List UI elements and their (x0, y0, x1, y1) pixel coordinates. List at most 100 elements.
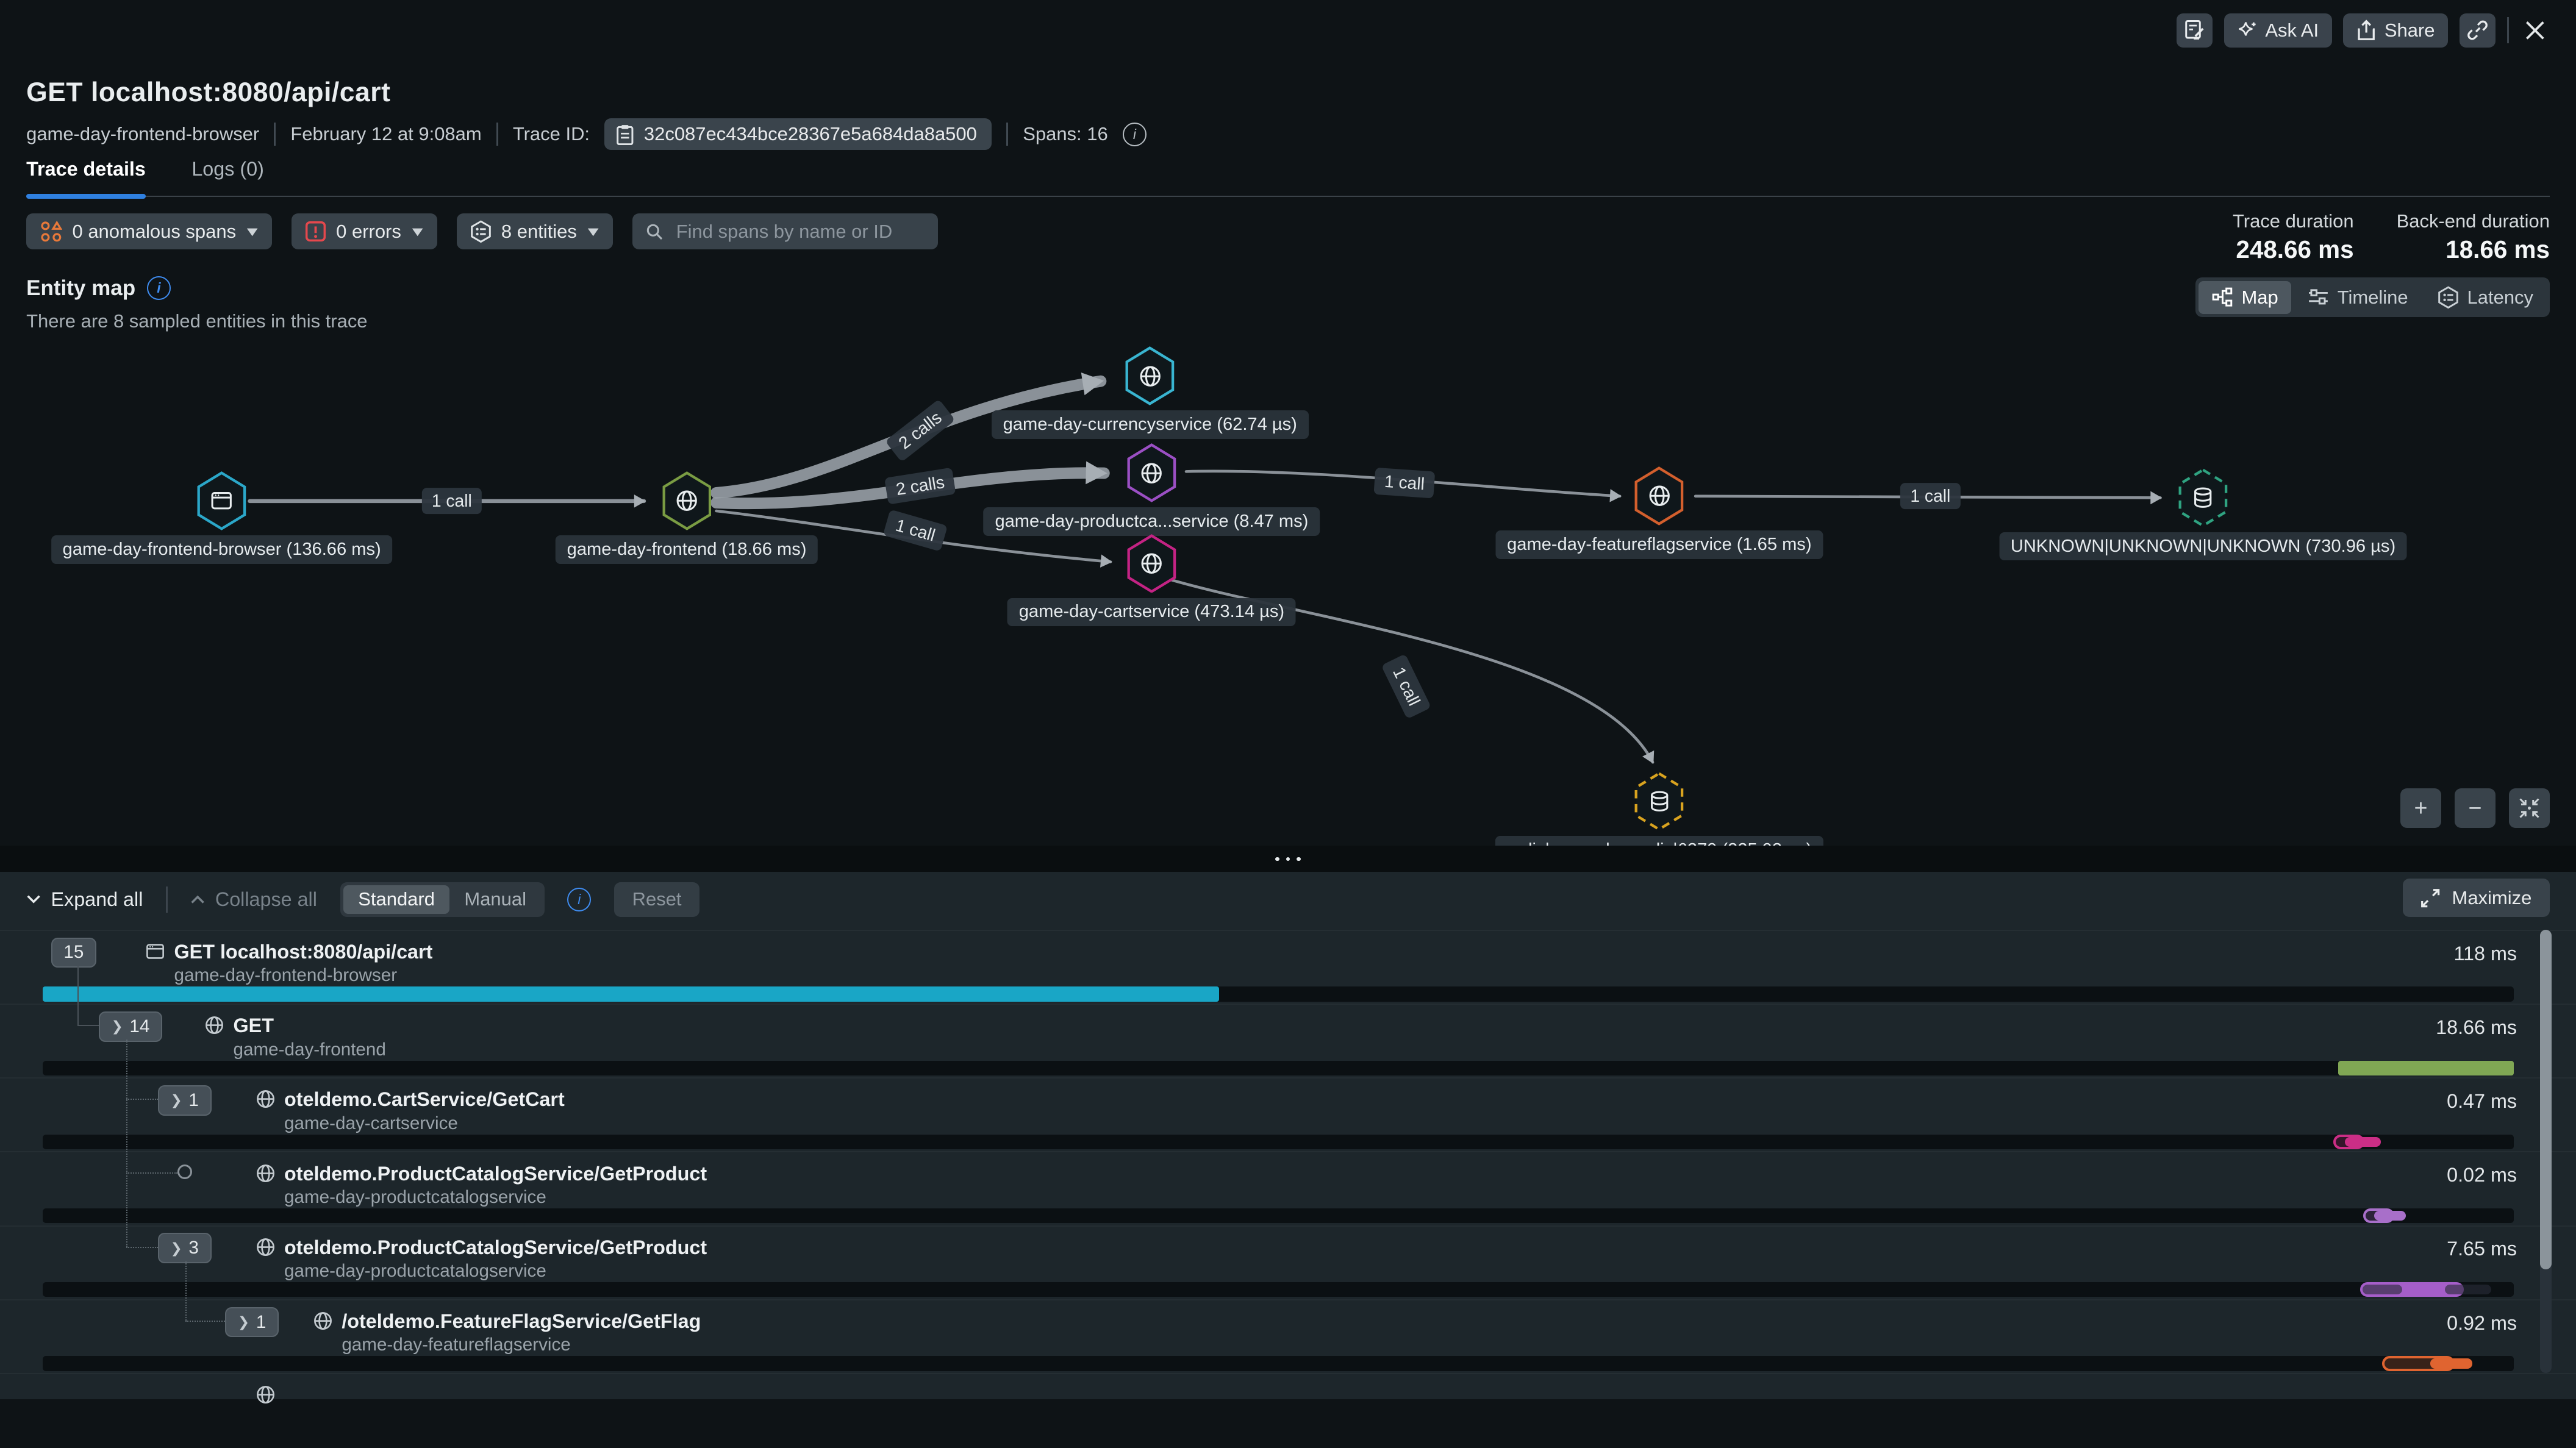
waterfall-scrollbar-thumb[interactable] (2540, 930, 2552, 1270)
span-row-6[interactable] (0, 1373, 2576, 1448)
span-timeline-lane (43, 986, 2514, 1001)
tree-guide (126, 1172, 177, 1174)
anomaly-icon (40, 220, 63, 243)
zoom-out-button[interactable]: − (2455, 788, 2496, 828)
meta-divider (496, 123, 498, 146)
entity-node-frontend[interactable] (662, 471, 712, 530)
view-timeline-label: Timeline (2338, 287, 2408, 309)
span-search-input[interactable] (673, 219, 925, 244)
span-row-1[interactable]: ❯14GETgame-day-frontend18.66 ms (0, 1004, 2576, 1079)
chevron-right-icon: ❯ (111, 1018, 123, 1035)
notes-button[interactable] (2177, 13, 2213, 48)
trace-id-pill[interactable]: 32c087ec434bce28367e5a684da8a500 (604, 118, 992, 150)
span-child-count: 1 (188, 1090, 198, 1111)
view-latency-button[interactable]: Latency (2425, 281, 2547, 314)
span-expand-badge[interactable]: ❯1 (225, 1307, 279, 1338)
chevron-right-icon: ❯ (238, 1314, 249, 1330)
tree-guide (185, 1261, 187, 1321)
meta-divider (1006, 123, 1008, 146)
entities-filter[interactable]: 8 entities ▼ (457, 213, 613, 249)
entity-node-currencyservice[interactable] (1125, 346, 1175, 405)
search-icon (646, 222, 663, 241)
reset-button[interactable]: Reset (614, 882, 699, 918)
view-latency-label: Latency (2467, 287, 2533, 309)
span-row-2[interactable]: ❯1oteldemo.CartService/GetCartgame-day-c… (0, 1077, 2576, 1152)
edge-call-count-label: 1 call (1374, 468, 1436, 499)
controls-divider (166, 886, 168, 913)
span-timeline-lane (43, 1135, 2514, 1149)
zoom-in-button[interactable]: + (2400, 788, 2441, 828)
entity-map-info-icon[interactable]: i (147, 276, 171, 300)
tree-guide (77, 1025, 99, 1026)
tab-logs[interactable]: Logs (0) (191, 158, 264, 196)
trace-details-page: { "header": { "actions": { "ask_ai": "As… (0, 0, 2576, 1399)
copy-link-button[interactable] (2460, 13, 2496, 48)
maximize-label: Maximize (2452, 887, 2532, 909)
span-timeline-lane (43, 1061, 2514, 1075)
span-row-0[interactable]: 15GET localhost:8080/api/cartgame-day-fr… (0, 930, 2576, 1005)
tab-trace-details[interactable]: Trace details (26, 158, 146, 196)
entity-node-productcatalogservice[interactable] (1127, 443, 1176, 502)
zoom-fit-button[interactable] (2509, 788, 2550, 828)
span-row-4[interactable]: ❯3oteldemo.ProductCatalogService/GetProd… (0, 1225, 2576, 1300)
spans-info-icon[interactable]: i (1123, 123, 1147, 146)
mode-manual[interactable]: Manual (449, 885, 541, 914)
entity-node-cartservice[interactable] (1127, 534, 1176, 593)
view-map-button[interactable]: Map (2199, 281, 2291, 314)
trace-timestamp: February 12 at 9:08am (290, 123, 481, 145)
span-row-3[interactable]: oteldemo.ProductCatalogService/GetProduc… (0, 1151, 2576, 1226)
span-expand-badge[interactable]: 15 (51, 938, 97, 968)
backend-duration-block: Back-end duration 18.66 ms (2397, 210, 2550, 264)
share-icon (2356, 20, 2376, 41)
span-expand-badge[interactable]: ❯1 (158, 1085, 212, 1116)
span-name: /oteldemo.FeatureFlagService/GetFlag (342, 1310, 701, 1333)
tab-bar: Trace details Logs (0) (26, 158, 2550, 197)
map-view-toggle: Map Timeline Latency (2195, 277, 2550, 317)
duration-summary: Trace duration 248.66 ms Back-end durati… (2233, 210, 2550, 264)
edge-call-count-label: 1 call (422, 488, 482, 515)
notes-icon (2184, 20, 2205, 41)
timeline-view-icon (2308, 287, 2329, 307)
entity-node-redis[interactable] (1634, 772, 1684, 831)
page-title: GET localhost:8080/api/cart (26, 77, 390, 108)
share-button[interactable]: Share (2343, 13, 2448, 48)
entity-node-unknown[interactable] (2178, 468, 2228, 527)
anomalous-spans-label: 0 anomalous spans (73, 221, 237, 243)
anomalous-spans-filter[interactable]: 0 anomalous spans ▼ (26, 213, 272, 249)
entity-node-label-productcatalogservice: game-day-productca...service (8.47 ms) (984, 507, 1320, 535)
entity-node-featureflagservice[interactable] (1634, 466, 1684, 526)
errors-label: 0 errors (336, 221, 401, 243)
expand-all-button[interactable]: Expand all (26, 888, 143, 911)
span-row-5[interactable]: ❯1/oteldemo.FeatureFlagService/GetFlagga… (0, 1299, 2576, 1374)
globe-icon (1138, 364, 1162, 388)
collapse-all-button[interactable]: Collapse all (190, 888, 317, 911)
globe-icon (312, 1310, 334, 1332)
entity-node-label-cartservice: game-day-cartservice (473.14 µs) (1007, 598, 1296, 626)
mode-info-icon[interactable]: i (567, 888, 591, 911)
maximize-button[interactable]: Maximize (2403, 879, 2550, 917)
span-duration: 118 ms (2453, 943, 2517, 965)
entity-node-frontend-browser[interactable] (197, 471, 246, 530)
fit-view-icon (2519, 797, 2540, 819)
entity-map-canvas[interactable]: game-day-frontend-browser (136.66 ms)gam… (0, 329, 2576, 846)
header-actions: Ask AI Share (2177, 13, 2550, 48)
errors-filter[interactable]: 0 errors ▼ (292, 213, 437, 249)
view-timeline-button[interactable]: Timeline (2295, 281, 2421, 314)
chevron-down-icon: ▼ (409, 224, 427, 240)
span-entity: game-day-frontend (234, 1040, 386, 1060)
edge-call-count-label: 1 call (1900, 483, 1960, 510)
close-button[interactable] (2520, 19, 2549, 42)
span-child-count: 15 (63, 942, 84, 963)
span-duration-bar (2333, 1135, 2364, 1149)
mode-standard[interactable]: Standard (343, 885, 449, 914)
span-duration-bar (2382, 1356, 2455, 1371)
span-expand-badge[interactable]: ❯3 (158, 1233, 212, 1263)
ask-ai-button[interactable]: Ask AI (2224, 13, 2332, 48)
bar-segment (2445, 1285, 2491, 1294)
chevron-right-icon: ❯ (170, 1092, 182, 1108)
span-expand-badge[interactable]: ❯14 (99, 1011, 163, 1042)
browser-icon (145, 941, 166, 962)
header-divider (2507, 17, 2509, 43)
panel-resize-handle[interactable] (0, 846, 2576, 872)
trace-duration-block: Trace duration 248.66 ms (2233, 210, 2354, 264)
